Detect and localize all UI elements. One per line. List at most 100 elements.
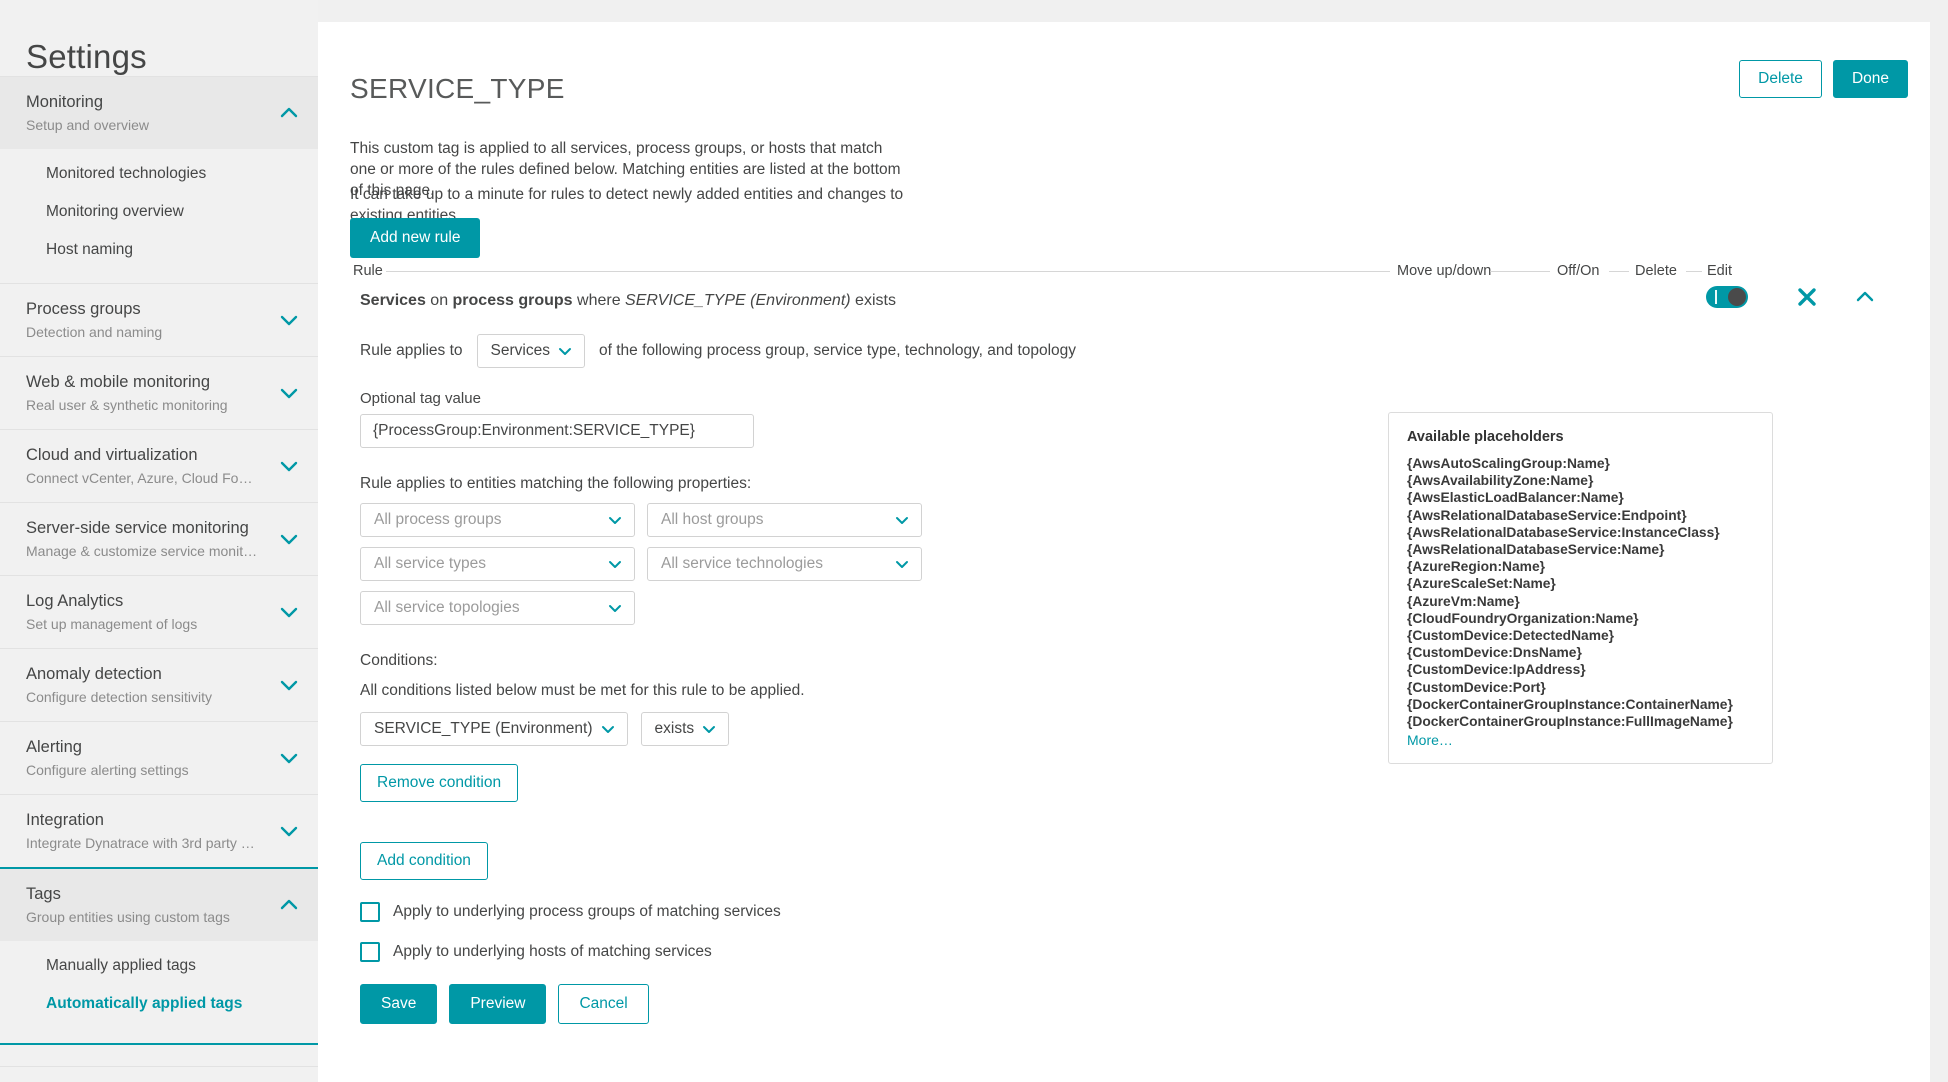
chevron-down-icon: [894, 512, 910, 528]
remove-condition-button[interactable]: Remove condition: [360, 764, 519, 802]
placeholder-item: {CloudFoundryOrganization:Name}: [1407, 610, 1639, 626]
page-title: SERVICE_TYPE: [350, 72, 565, 104]
sidebar-group-subtitle: Configure alerting settings: [26, 762, 189, 778]
save-button[interactable]: Save: [360, 984, 438, 1024]
placeholder-item: {DockerContainerGroupInstance:FullImageN…: [1407, 714, 1733, 730]
placeholder-item: {DockerContainerGroupInstance:ContainerN…: [1407, 696, 1733, 712]
chevron-down-icon[interactable]: [278, 528, 300, 550]
rule-applies-to-value: Services: [490, 342, 550, 359]
chevron-up-icon[interactable]: [278, 102, 300, 124]
chevron-down-icon[interactable]: [278, 309, 300, 331]
sidebar-group-anomaly-detection[interactable]: Anomaly detection Configure detection sen…: [0, 648, 318, 721]
rule-enabled-toggle[interactable]: [1706, 286, 1748, 308]
collapse-rule-chevron-up-icon[interactable]: [1854, 286, 1876, 308]
column-header-rule: Rule: [350, 262, 386, 280]
sidebar-group-title: Integration: [26, 811, 104, 829]
placeholder-item: {AzureScaleSet:Name}: [1407, 576, 1556, 592]
rule-applies-to-row: Rule applies to Services of the followin…: [360, 334, 1906, 368]
apply-process-groups-checkbox[interactable]: [360, 902, 380, 922]
apply-process-groups-row: Apply to underlying process groups of ma…: [360, 902, 1906, 922]
placeholder-item: {AwsAutoScalingGroup:Name}: [1407, 456, 1610, 471]
settings-page: Settings Monitoring Setup and overview Mon…: [0, 0, 1948, 1082]
sidebar-item-automatically-applied-tags[interactable]: Automatically applied tags: [0, 985, 318, 1023]
sidebar-item-monitoring-overview[interactable]: Monitoring overview: [0, 193, 318, 231]
sidebar-group-cloud-and-virtualization[interactable]: Cloud and virtualization Connect vCenter,…: [0, 429, 318, 502]
condition-attribute-select[interactable]: SERVICE_TYPE (Environment): [360, 712, 628, 746]
header-divider-2: [1490, 271, 1550, 272]
sidebar-item-monitored-technologies[interactable]: Monitored technologies: [0, 155, 318, 193]
rule-table-column-headers: Rule Move up/down Off/On Delete Edit: [350, 262, 1906, 282]
placeholder-item: {AwsAvailabilityZone:Name}: [1407, 473, 1594, 489]
placeholder-item: {AzureRegion:Name}: [1407, 559, 1545, 575]
chevron-up-icon[interactable]: [278, 894, 300, 916]
placeholder-item: {AwsElasticLoadBalancer:Name}: [1407, 490, 1624, 506]
placeholders-more-link[interactable]: More…: [1407, 731, 1754, 749]
sidebar-group-web-mobile-monitoring[interactable]: Web & mobile monitoring Real user & synth…: [0, 356, 318, 429]
apply-hosts-checkbox[interactable]: [360, 942, 380, 962]
rule-header-row: Services on process groups where SERVICE…: [360, 286, 1906, 320]
sidebar-group-title: Anomaly detection: [26, 665, 162, 683]
sidebar-group-subtitle: Manage & customize service monitoring: [26, 543, 258, 559]
sidebar-title: Settings: [26, 38, 147, 75]
cancel-button[interactable]: Cancel: [558, 984, 649, 1024]
property-select-all-host-groups[interactable]: All host groups: [647, 503, 922, 537]
chevron-down-icon[interactable]: [278, 601, 300, 623]
sidebar-group-alerting[interactable]: Alerting Configure alerting settings: [0, 721, 318, 794]
condition-attribute-value: SERVICE_TYPE (Environment): [374, 720, 593, 737]
placeholder-item: {CustomDevice:DnsName}: [1407, 645, 1582, 661]
chevron-down-icon[interactable]: [278, 674, 300, 696]
sidebar-sublist-tags: Manually applied tags Automatically appli…: [0, 941, 318, 1037]
property-select-value: All host groups: [661, 511, 764, 528]
property-select-value: All service topologies: [374, 599, 520, 616]
sidebar-item-host-naming[interactable]: Host naming: [0, 231, 318, 269]
column-header-edit: Edit: [1704, 262, 1735, 280]
preview-button[interactable]: Preview: [449, 984, 547, 1024]
apply-hosts-row: Apply to underlying hosts of matching se…: [360, 942, 1906, 962]
rule-row-controls: [1706, 286, 1876, 308]
sidebar-group-log-analytics[interactable]: Log Analytics Set up management of logs: [0, 575, 318, 648]
add-new-rule-button[interactable]: Add new rule: [350, 218, 481, 258]
column-header-move: Move up/down: [1394, 262, 1495, 280]
chevron-down-icon[interactable]: [278, 747, 300, 769]
rule-applies-to-select[interactable]: Services: [476, 334, 585, 368]
chevron-down-icon[interactable]: [278, 382, 300, 404]
condition-operator-select[interactable]: exists: [640, 712, 730, 746]
rule-applies-to-suffix: of the following process group, service …: [598, 342, 1077, 359]
sidebar-item-manually-applied-tags[interactable]: Manually applied tags: [0, 947, 318, 985]
sidebar-group-subtitle: Integrate Dynatrace with 3rd party syste…: [26, 835, 258, 851]
sidebar-group-title: Monitoring: [26, 93, 104, 111]
sidebar-group-title: Web & mobile monitoring: [26, 373, 211, 391]
delete-rule-icon[interactable]: [1796, 286, 1818, 308]
chevron-down-icon[interactable]: [278, 455, 300, 477]
placeholders-list: {AwsAutoScalingGroup:Name} {AwsAvailabili…: [1407, 455, 1754, 730]
property-select-all-service-topologies[interactable]: All service topologies: [360, 591, 635, 625]
apply-hosts-label: Apply to underlying hosts of matching se…: [393, 943, 712, 960]
delete-button[interactable]: Delete: [1739, 60, 1822, 98]
sidebar-group-title: Cloud and virtualization: [26, 446, 198, 464]
chevron-down-icon: [894, 556, 910, 572]
sidebar-group-integration[interactable]: Integration Integrate Dynatrace with 3rd …: [0, 794, 318, 867]
toggle-knob: [1728, 288, 1746, 306]
rule-footer-buttons: Save Preview Cancel: [360, 984, 1906, 1024]
sidebar-group-tags[interactable]: Tags Group entities using custom tags: [0, 867, 318, 941]
tag-value-input[interactable]: [360, 414, 754, 448]
sidebar-group-monitoring[interactable]: Monitoring Setup and overview: [0, 76, 318, 149]
placeholder-item: {CustomDevice:DetectedName}: [1407, 628, 1615, 644]
chevron-down-icon[interactable]: [278, 820, 300, 842]
property-select-value: All service types: [374, 555, 486, 572]
placeholder-item: {AwsRelationalDatabaseService:Endpoint}: [1407, 507, 1687, 523]
sidebar-group-process-groups[interactable]: Process groups Detection and naming: [0, 283, 318, 356]
sidebar-group-server-side-service-monitoring[interactable]: Server-side service monitoring Manage & c…: [0, 502, 318, 575]
sidebar-group-subtitle: Configure detection sensitivity: [26, 689, 212, 705]
property-select-all-service-types[interactable]: All service types: [360, 547, 635, 581]
sidebar-group-subtitle: Set up management of logs: [26, 616, 198, 632]
done-button[interactable]: Done: [1832, 60, 1908, 98]
rule-applies-to-label: Rule applies to: [360, 342, 463, 359]
sidebar-group-title: Process groups: [26, 300, 141, 318]
property-select-all-process-groups[interactable]: All process groups: [360, 503, 635, 537]
property-select-all-service-technologies[interactable]: All service technologies: [647, 547, 922, 581]
chevron-down-icon: [607, 600, 623, 616]
right-gutter: [1930, 0, 1948, 1082]
add-condition-button[interactable]: Add condition: [360, 842, 488, 880]
sidebar-group-subtitle: Connect vCenter, Azure, Cloud Foundry o…: [26, 470, 258, 486]
